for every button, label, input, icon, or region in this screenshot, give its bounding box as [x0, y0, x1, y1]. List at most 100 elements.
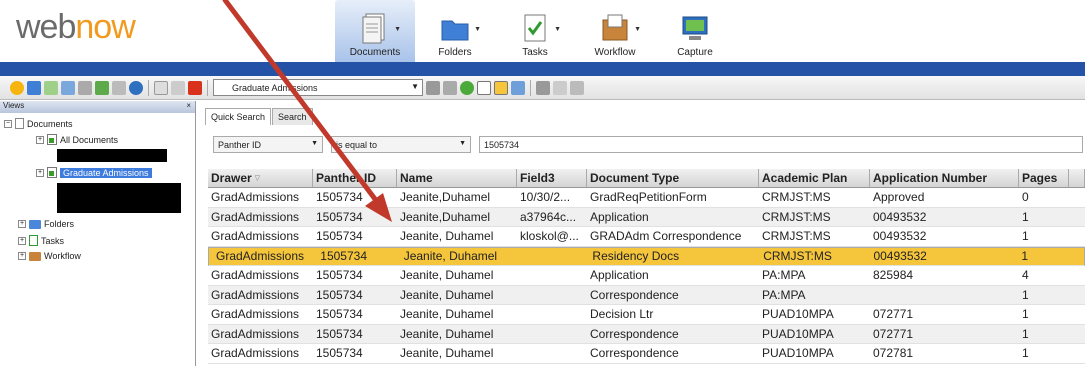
tree-folders[interactable]: + Folders: [18, 219, 74, 229]
filter-icon[interactable]: [426, 80, 440, 95]
table-cell: GradAdmissions: [211, 190, 300, 205]
chevron-down-icon[interactable]: ▼: [554, 26, 561, 33]
grid-body: GradAdmissions 1505734 Jeanite,Duhamel 10/3…: [208, 188, 1085, 364]
table-cell: 1505734: [316, 326, 363, 341]
field-select[interactable]: Panther ID ▼: [213, 136, 323, 153]
reload-icon[interactable]: [460, 80, 474, 95]
table-cell: Jeanite, Duhamel: [400, 268, 494, 283]
table-cell: Jeanite, Duhamel: [400, 346, 494, 361]
table-cell: GradAdmissions: [211, 209, 300, 224]
chevron-down-icon[interactable]: ▼: [634, 26, 641, 33]
search-value-input[interactable]: 1505734: [479, 136, 1083, 153]
new-icon[interactable]: [10, 80, 24, 95]
col-field3[interactable]: Field3: [517, 169, 587, 187]
views-pane: Views × − Documents + All Documents + Gra…: [0, 101, 196, 366]
table-cell: Application: [590, 209, 649, 224]
table-row[interactable]: GradAdmissions 1505734 Jeanite, Duhamel Cor…: [208, 285, 1085, 305]
info-icon[interactable]: [129, 80, 143, 95]
tree-tasks[interactable]: + Tasks: [18, 235, 64, 246]
expand-icon[interactable]: +: [18, 220, 26, 228]
table-cell: Residency Docs: [592, 249, 680, 264]
table-cell: kloskol@...: [520, 229, 579, 244]
col-academic-plan[interactable]: Academic Plan: [759, 169, 870, 187]
table-cell: 1505734: [316, 190, 363, 205]
refresh-icon[interactable]: [61, 80, 75, 95]
close-icon[interactable]: ×: [186, 101, 191, 113]
expand-icon[interactable]: +: [18, 236, 26, 245]
table-cell: [517, 325, 587, 344]
window-icon[interactable]: [477, 80, 491, 95]
expand-icon[interactable]: +: [36, 168, 44, 177]
toolbar: Graduate Admissions ▼: [0, 76, 1085, 100]
nav-folders[interactable]: ▼ Folders: [415, 0, 495, 62]
table-cell: 072781: [873, 346, 914, 361]
search-icon[interactable]: [511, 80, 525, 95]
nav-tasks[interactable]: ▼ Tasks: [495, 0, 575, 62]
layout-icon[interactable]: [494, 80, 508, 95]
table-cell: 072771: [873, 326, 914, 341]
table-cell: CRMJST:MS: [762, 190, 831, 205]
chevron-down-icon: ▼: [311, 140, 318, 147]
nav-documents[interactable]: ▼ Documents: [335, 0, 415, 62]
table-row[interactable]: GradAdmissions 1505734 Jeanite, Duhamel Cor…: [208, 344, 1085, 364]
chevron-down-icon: ▼: [411, 82, 419, 91]
copy-icon[interactable]: [154, 80, 168, 95]
edit-icon[interactable]: [171, 80, 185, 95]
check-icon[interactable]: [44, 80, 58, 95]
table-row[interactable]: GradAdmissions 1505734 Jeanite, Duhamel klo…: [208, 227, 1085, 247]
tab-quick-search[interactable]: Quick Search: [205, 108, 272, 125]
col-pages[interactable]: Pages: [1019, 169, 1069, 187]
task-icon: [29, 235, 38, 246]
capture-icon: [682, 16, 708, 40]
table-cell: [1069, 344, 1085, 363]
col-name[interactable]: Name: [397, 169, 517, 187]
table-row[interactable]: GradAdmissions 1505734 Jeanite, Duhamel Dec…: [208, 305, 1085, 325]
col-document-type[interactable]: Document Type: [587, 169, 759, 187]
table-cell: 1505734: [316, 209, 363, 224]
table-cell: 1: [1022, 326, 1029, 341]
collapse-icon[interactable]: −: [4, 119, 12, 128]
expand-icon[interactable]: +: [36, 135, 44, 144]
tab-search[interactable]: Search: [272, 108, 313, 125]
filter-clear-icon[interactable]: [443, 80, 457, 95]
link-icon[interactable]: [553, 80, 567, 95]
table-row[interactable]: GradAdmissions 1505734 Jeanite,Duhamel a379…: [208, 207, 1085, 227]
batch-icon[interactable]: [536, 80, 550, 95]
view-icon: [47, 167, 57, 178]
table-row[interactable]: GradAdmissions 1505734 Jeanite, Duhamel App…: [208, 266, 1085, 286]
table-row[interactable]: GradAdmissions 1505734 Jeanite,Duhamel 10/3…: [208, 188, 1085, 208]
open-folder-icon[interactable]: [27, 80, 41, 95]
table-cell: a37964c...: [520, 209, 577, 224]
col-drawer[interactable]: Drawer ▽: [208, 169, 313, 187]
table-row[interactable]: GradAdmissions 1505734 Jeanite, Duhamel Cor…: [208, 324, 1085, 344]
table-cell: Jeanite, Duhamel: [400, 287, 494, 302]
upload-icon[interactable]: [95, 80, 109, 95]
col-panther-id[interactable]: Panther ID: [313, 169, 397, 187]
delete-icon[interactable]: [188, 80, 202, 95]
chevron-down-icon[interactable]: ▼: [474, 26, 481, 33]
nav-capture[interactable]: Capture: [655, 0, 735, 62]
chevron-down-icon[interactable]: ▼: [394, 26, 401, 33]
tree-graduate-admissions[interactable]: + Graduate Admissions: [36, 167, 152, 178]
table-cell: 1: [1022, 307, 1029, 322]
view-select[interactable]: Graduate Admissions ▼: [213, 79, 423, 96]
print-icon[interactable]: [112, 80, 126, 95]
operator-select[interactable]: is equal to ▼: [331, 136, 471, 153]
tasks-icon: [524, 14, 546, 42]
nav-workflow[interactable]: ▼ Workflow: [575, 0, 655, 62]
annotate-icon[interactable]: [570, 80, 584, 95]
tree-all-documents[interactable]: + All Documents: [36, 134, 118, 145]
expand-icon[interactable]: +: [18, 252, 26, 260]
table-cell: 1505734: [316, 307, 363, 322]
col-extra[interactable]: [1069, 169, 1085, 187]
table-cell: 825984: [873, 268, 914, 283]
tree-documents[interactable]: − Documents: [4, 118, 73, 129]
table-cell: GradAdmissions: [211, 268, 300, 283]
table-cell: Correspondence: [590, 346, 679, 361]
table-cell: GRADAdm Correspondence: [590, 229, 742, 244]
scan-icon[interactable]: [78, 80, 92, 95]
col-application-number[interactable]: Application Number: [870, 169, 1019, 187]
table-row[interactable]: GradAdmissions 1505734 Jeanite, Duhamel Res…: [208, 246, 1085, 266]
sort-icon: ▽: [254, 175, 261, 182]
tree-workflow[interactable]: + Workflow: [18, 251, 81, 261]
